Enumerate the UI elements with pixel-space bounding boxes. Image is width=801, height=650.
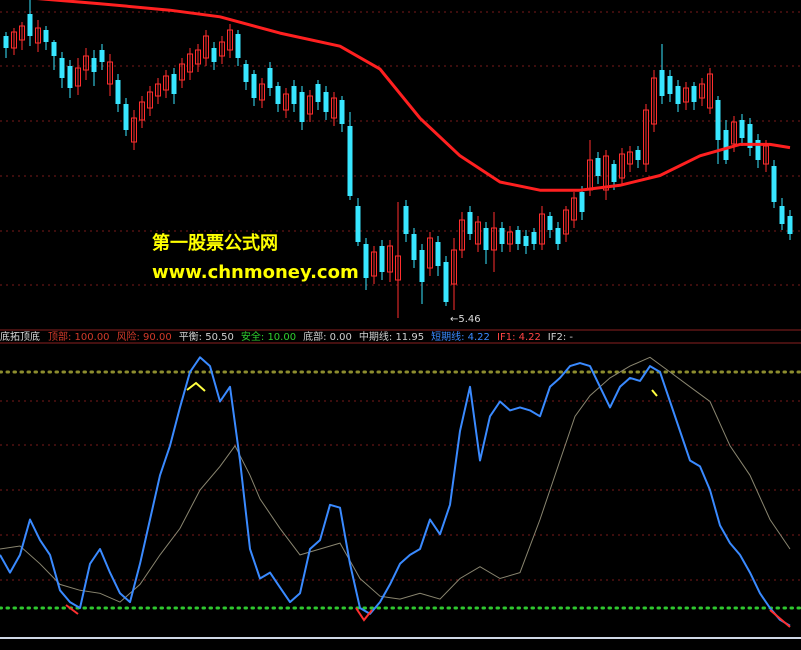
candlestick-body (315, 84, 321, 102)
candlestick-body (379, 246, 385, 272)
candlestick-body (515, 230, 521, 244)
legend-item: 风险: 90.00 (117, 330, 172, 343)
candlestick-body (659, 70, 665, 96)
candlestick-body (67, 66, 73, 88)
legend-item: 底部: 0.00 (303, 330, 352, 343)
candlestick-body (779, 206, 785, 224)
candlestick-body (299, 92, 305, 122)
candlestick-body (499, 228, 505, 244)
candlestick-body (323, 92, 329, 112)
candlestick-body (91, 58, 97, 72)
candlestick-body (243, 64, 249, 82)
candlestick-body (611, 164, 617, 182)
candlestick-body (211, 48, 217, 62)
candlestick-body (275, 86, 281, 104)
legend-item: 短期线: 4.22 (431, 330, 490, 343)
candlestick-body (691, 86, 697, 102)
indicator-legend: 底拓顶底 顶部: 100.00 风险: 90.00 平衡: 50.50 安全: 10.0… (0, 330, 573, 343)
candlestick-body (235, 34, 241, 58)
candlestick-body (339, 100, 345, 124)
candlestick-body (419, 250, 425, 282)
candlestick-body (3, 36, 9, 48)
watermark-url: www.chnmoney.com (152, 262, 359, 283)
candlestick-body (363, 244, 369, 278)
candlestick-body (267, 68, 273, 88)
candlestick-body (27, 14, 33, 36)
candlestick-body (59, 58, 65, 78)
legend-item: 安全: 10.00 (241, 330, 296, 343)
legend-item: 平衡: 50.50 (179, 331, 234, 343)
watermark-title: 第一股票公式网 (152, 232, 278, 254)
candlestick-body (635, 150, 641, 160)
candlestick-body (403, 206, 409, 234)
candlestick-body (523, 236, 529, 246)
candlestick-body (43, 30, 49, 42)
short-line-bottom-highlight (769, 609, 791, 628)
candlestick-body (483, 228, 489, 250)
short-line-top-highlight (186, 381, 206, 392)
candlestick-body (115, 80, 121, 104)
candlestick-body (579, 192, 585, 212)
candlestick-series (3, 0, 793, 318)
candlestick-body (443, 262, 449, 302)
candlestick-body (547, 216, 553, 230)
short-term-line (0, 356, 791, 627)
candlestick-body (771, 166, 777, 202)
candlestick-body (251, 74, 257, 98)
candlestick-body (435, 242, 441, 266)
legend-item: 中期线: 11.95 (359, 330, 424, 343)
candlestick-body (171, 74, 177, 94)
candlestick-body (675, 86, 681, 104)
legend-item: IF1: 4.22 (497, 332, 541, 343)
legend-item: IF2: - (548, 332, 574, 343)
candlestick-body (531, 232, 537, 244)
candlestick-body (787, 216, 793, 234)
candlestick-body (355, 206, 361, 242)
candlestick-body (739, 120, 745, 138)
candlestick-body (123, 104, 129, 130)
candlestick-body (51, 42, 57, 56)
candlestick-body (347, 126, 353, 196)
candlestick-body (99, 50, 105, 62)
candlestick-body (715, 100, 721, 140)
short-line-top-highlight (651, 389, 658, 397)
indicator-grid (0, 400, 801, 581)
candlestick-body (291, 86, 297, 104)
candlestick-body (667, 76, 673, 94)
candlestick-body (555, 228, 561, 244)
candlestick-body (595, 158, 601, 176)
candlestick-body (467, 212, 473, 234)
indicator-title: 底拓顶底 (0, 330, 40, 343)
min-price-label: ←5.46 (450, 314, 481, 325)
candlestick-body (723, 130, 729, 160)
candlestick-body (411, 234, 417, 260)
main-grid (0, 11, 801, 286)
mid-term-line (0, 356, 791, 603)
legend-item: 顶部: 100.00 (48, 330, 110, 343)
chart-canvas: ←5.46 第一股票公式网 www.chnmoney.com 底拓顶底 顶部: 1… (0, 0, 801, 639)
